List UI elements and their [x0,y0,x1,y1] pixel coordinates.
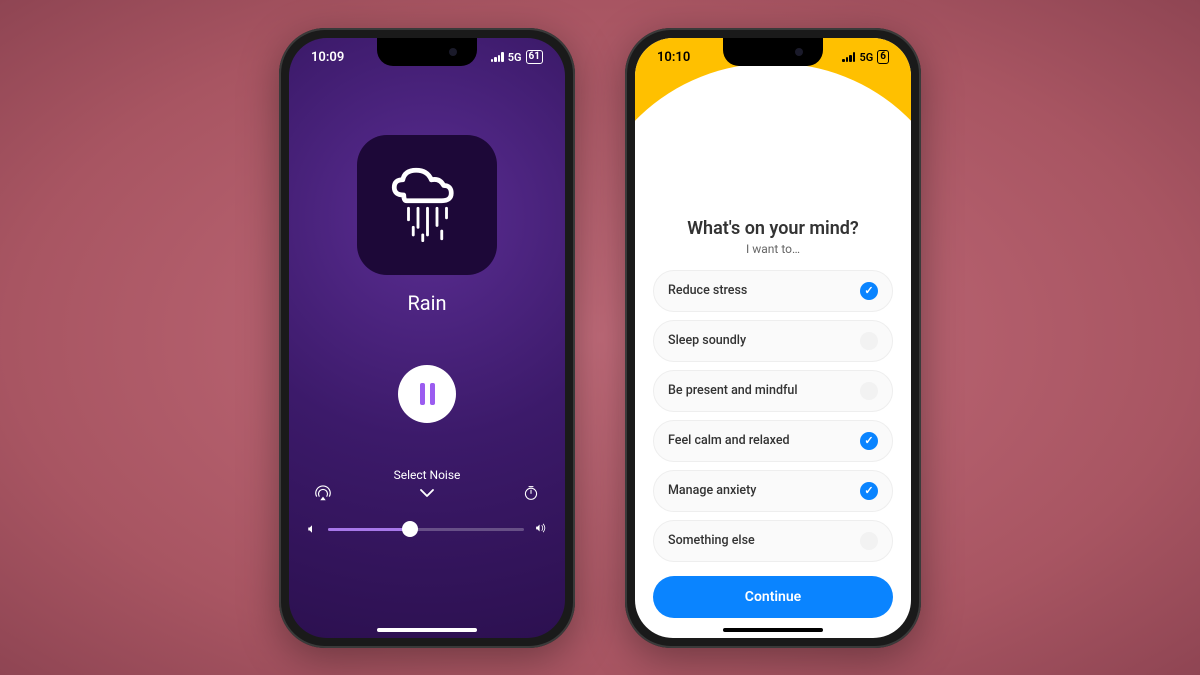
question-title: What's on your mind? [687,218,859,239]
phone-left: 10:09 5G 61 [279,28,575,648]
continue-button[interactable]: Continue [653,576,893,618]
option-label: Reduce stress [668,283,747,298]
home-indicator[interactable] [377,628,477,632]
select-noise-label: Select Noise [394,468,461,482]
slider-track[interactable] [328,528,525,531]
track-title: Rain [407,291,446,315]
option-label: Feel calm and relaxed [668,433,790,448]
network-label: 5G [859,51,873,64]
check-icon: ✓ [860,482,878,500]
volume-low-icon [306,520,318,539]
rain-sound-screen: 10:09 5G 61 [289,38,565,638]
option-be-present[interactable]: Be present and mindful [653,370,893,412]
signal-icon [491,52,504,62]
onboarding-screen: 10:10 5G 6 What's on your mind? I want t… [635,38,911,638]
timer-icon[interactable] [522,484,540,502]
phone-right: 10:10 5G 6 What's on your mind? I want t… [625,28,921,648]
check-icon: ✓ [860,282,878,300]
status-indicators: 5G 6 [773,50,889,64]
pause-icon [420,383,425,405]
signal-icon [842,52,855,62]
header-illustration: 10:10 5G 6 [635,38,911,203]
pause-button[interactable] [398,365,456,423]
status-time: 10:09 [311,50,427,65]
check-icon [860,382,878,400]
question-area: What's on your mind? I want to… Reduce s… [635,203,911,570]
battery-icon: 61 [526,50,543,64]
home-indicator[interactable] [723,628,823,632]
control-row [314,484,540,502]
option-label: Sleep soundly [668,333,746,348]
option-label: Manage anxiety [668,483,756,498]
volume-high-icon [534,520,548,539]
option-label: Something else [668,533,755,548]
network-label: 5G [508,51,522,64]
check-icon [860,332,878,350]
option-sleep-soundly[interactable]: Sleep soundly [653,320,893,362]
sound-artwork [357,135,497,275]
continue-label: Continue [745,589,801,605]
volume-slider[interactable] [306,520,549,539]
status-time: 10:10 [657,50,773,65]
status-bar: 10:09 5G 61 [289,38,565,65]
airplay-icon[interactable] [314,484,332,502]
option-manage-anxiety[interactable]: Manage anxiety ✓ [653,470,893,512]
battery-icon: 6 [877,50,889,64]
slider-fill [328,528,411,531]
question-subtitle: I want to… [746,242,800,256]
check-icon: ✓ [860,432,878,450]
option-label: Be present and mindful [668,383,798,398]
option-feel-calm[interactable]: Feel calm and relaxed ✓ [653,420,893,462]
status-indicators: 5G 61 [427,50,543,64]
option-something-else[interactable]: Something else [653,520,893,562]
option-reduce-stress[interactable]: Reduce stress ✓ [653,270,893,312]
slider-thumb[interactable] [402,521,418,537]
check-icon [860,532,878,550]
chevron-down-icon[interactable] [418,484,436,502]
rain-cloud-icon [380,157,475,252]
status-bar: 10:10 5G 6 [635,38,911,65]
